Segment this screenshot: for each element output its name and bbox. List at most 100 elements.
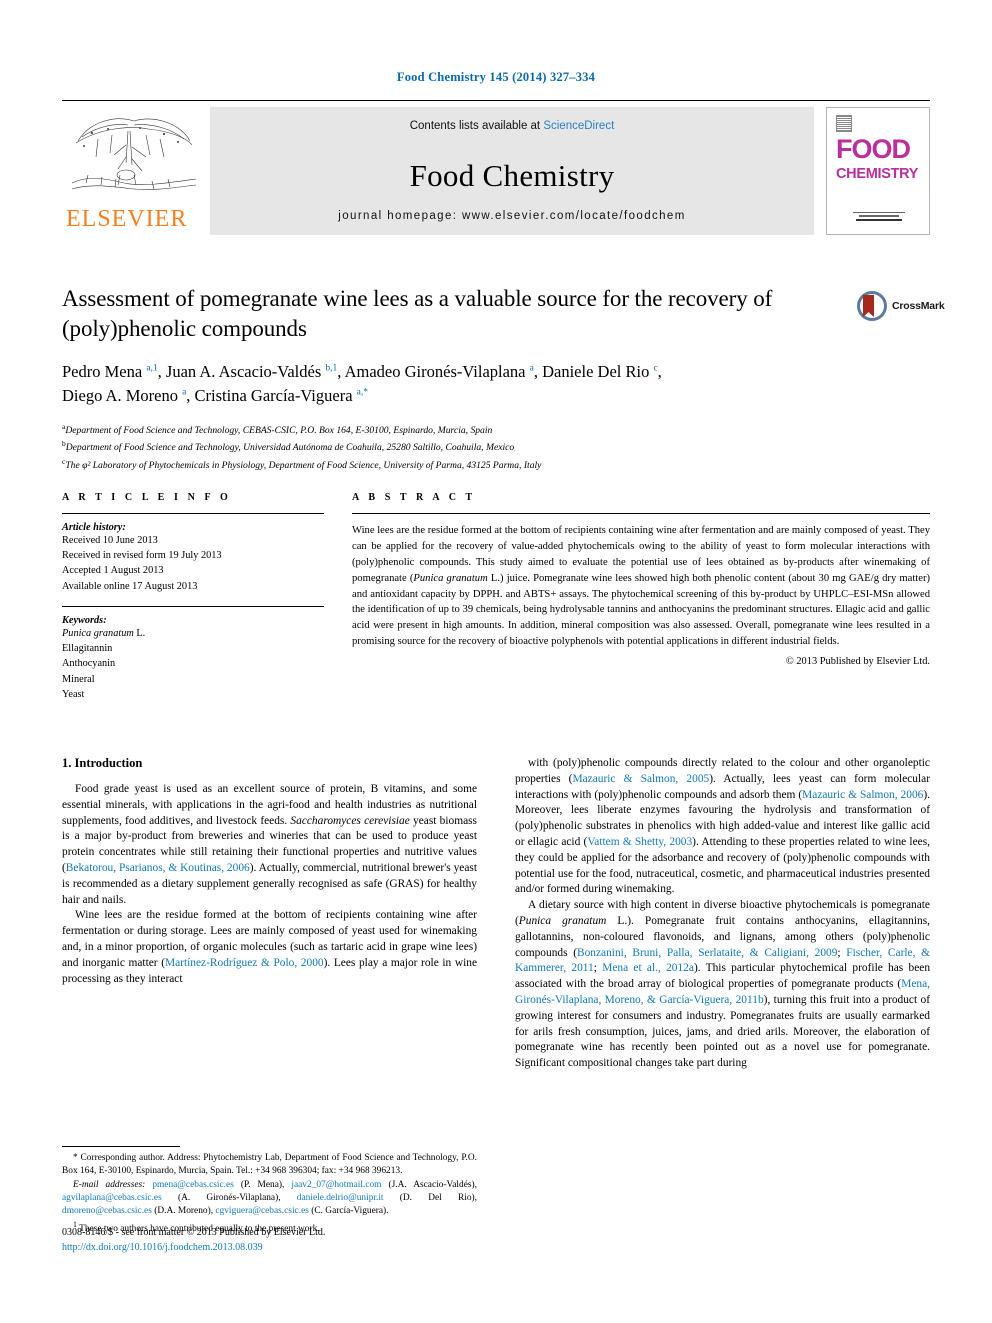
- article-info-heading: A R T I C L E I N F O: [62, 492, 232, 503]
- author-affiliation-marker: b,1: [325, 363, 338, 374]
- journal-masthead: ELSEVIER Contents lists available at Sci…: [62, 100, 930, 235]
- keyword-item: Ellagitannin: [62, 643, 113, 655]
- email-owner: (J.A. Ascacio-Valdés),: [381, 1179, 477, 1190]
- article-info-rule: [62, 513, 324, 514]
- citation-reference[interactable]: Martínez-Rodríguez & Polo, 2000: [165, 957, 324, 969]
- body-paragraph: with (poly)phenolic compounds directly r…: [515, 757, 931, 896]
- author-line-1: Pedro Mena a,1, Juan A. Ascacio-Valdés b…: [62, 361, 662, 381]
- article-history-item: Received 10 June 2013: [62, 535, 158, 546]
- citation-reference[interactable]: Mena, Gironés-Vilaplana, Moreno, & Garcí…: [515, 978, 930, 1006]
- abstract-copyright: © 2013 Published by Elsevier Ltd.: [785, 656, 930, 668]
- footnote-corresponding-author: * Corresponding author. Address: Phytoch…: [62, 1152, 477, 1177]
- author-affiliation-marker: c: [653, 363, 658, 374]
- cover-title-chemistry: CHEMISTRY: [836, 166, 919, 182]
- article-history-item: Accepted 1 August 2013: [62, 565, 164, 577]
- doi-link[interactable]: http://dx.doi.org/10.1016/j.foodchem.201…: [62, 1241, 492, 1256]
- affiliation: bDepartment of Food Science and Technolo…: [62, 439, 515, 454]
- abstract-text: Wine lees are the residue formed at the …: [352, 525, 930, 648]
- contents-prefix: Contents lists available at: [409, 120, 544, 132]
- body-column-right: with (poly)phenolic compounds directly r…: [515, 756, 930, 1236]
- introduction-section: 1. Introduction Food grade yeast is used…: [62, 756, 930, 1236]
- affiliation-list: aDepartment of Food Science and Technolo…: [62, 421, 852, 474]
- affiliation: aDepartment of Food Science and Technolo…: [62, 421, 493, 436]
- footnote-email-addresses: E-mail addresses: pmena@cebas.csic.es (P…: [62, 1179, 477, 1219]
- article-history-item: Received in revised form 19 July 2013: [62, 550, 222, 562]
- abstract-rule: [352, 513, 930, 514]
- citation-reference[interactable]: Mazauric & Salmon, 2005: [572, 773, 709, 785]
- masthead-top-rule: [62, 100, 930, 101]
- sciencedirect-link[interactable]: ScienceDirect: [543, 120, 614, 132]
- email-link[interactable]: agvilaplana@cebas.csic.es: [62, 1193, 162, 1203]
- abstract-heading: A B S T R A C T: [352, 492, 476, 503]
- keyword-item: Anthocyanin: [62, 658, 116, 670]
- email-owner: (D.A. Moreno),: [151, 1206, 216, 1217]
- crossmark-icon: [857, 291, 887, 321]
- email-link[interactable]: dmoreno@cebas.csic.es: [62, 1206, 152, 1216]
- journal-cover-thumbnail: FOOD CHEMISTRY: [826, 107, 930, 235]
- email-owner: (D. Del Rio),: [383, 1192, 477, 1203]
- journal-cover-wrap: FOOD CHEMISTRY: [814, 107, 930, 235]
- body-paragraph: Food grade yeast is used as an excellent…: [62, 783, 477, 906]
- citation-reference[interactable]: Bekatorou, Psarianos, & Koutinas, 2006: [66, 862, 250, 874]
- keywords-rule: [62, 605, 324, 607]
- elsevier-wordmark: ELSEVIER: [66, 206, 188, 232]
- right-column-paragraphs: with (poly)phenolic compounds directly r…: [515, 756, 930, 1072]
- cover-footer-lines: [853, 211, 905, 224]
- journal-homepage[interactable]: journal homepage: www.elsevier.com/locat…: [338, 210, 685, 222]
- italic-text: Saccharomyces cerevisiae: [290, 814, 410, 827]
- email-owner: (C. García-Viguera).: [308, 1206, 389, 1217]
- article-info-column: A R T I C L E I N F O Article history: R…: [62, 492, 324, 702]
- bottom-copyright-block: 0308-8146/$ - see front matter © 2013 Pu…: [62, 1226, 492, 1255]
- author-list: Pedro Mena a,1, Juan A. Ascacio-Valdés b…: [62, 360, 852, 408]
- elsevier-tree-icon: [71, 118, 197, 190]
- email-addresses-label: E-mail addresses:: [73, 1179, 153, 1190]
- article-history-item: Available online 17 August 2013: [62, 580, 198, 592]
- contents-available-line: Contents lists available at ScienceDirec…: [410, 120, 615, 132]
- crossmark-badge[interactable]: CrossMark: [857, 286, 945, 326]
- author-affiliation-marker: a,1: [146, 363, 158, 374]
- keyword-item: Yeast: [62, 688, 85, 700]
- email-link[interactable]: cgviguera@cebas.csic.es: [215, 1206, 309, 1216]
- issn-copyright-line: 0308-8146/$ - see front matter © 2013 Pu…: [62, 1227, 326, 1238]
- author-affiliation-marker: a,*: [356, 387, 368, 398]
- footnote-rule: [62, 1145, 180, 1147]
- cover-seal-icon: [836, 115, 852, 132]
- info-abstract-section: A R T I C L E I N F O Article history: R…: [62, 492, 930, 702]
- keywords-label: Keywords:: [62, 614, 107, 626]
- email-owner: (P. Mena),: [233, 1179, 292, 1190]
- article-history-label: Article history:: [62, 522, 126, 533]
- elsevier-logo: ELSEVIER: [62, 107, 210, 235]
- affiliation: cThe φ² Laboratory of Phytochemicals in …: [62, 457, 542, 472]
- email-link[interactable]: pmena@cebas.csic.es: [152, 1180, 234, 1190]
- journal-title: Food Chemistry: [409, 158, 615, 193]
- page-title: Assessment of pomegranate wine lees as a…: [62, 286, 773, 341]
- footnotes-block: * Corresponding author. Address: Phytoch…: [62, 1145, 477, 1236]
- running-head: Food Chemistry 145 (2014) 327–334: [396, 70, 596, 84]
- journal-article-page: Food Chemistry 145 (2014) 327–334 ELSEVI…: [0, 0, 992, 1323]
- journal-band: Contents lists available at ScienceDirec…: [210, 107, 814, 235]
- citation-reference[interactable]: Bonzanini, Bruni, Palla, Serlataite, & C…: [577, 947, 837, 959]
- left-column-paragraphs: Food grade yeast is used as an excellent…: [62, 782, 477, 987]
- citation-reference[interactable]: Vattem & Shetty, 2003: [587, 836, 692, 848]
- cover-title-food: FOOD: [836, 134, 911, 164]
- keyword-item: Mineral: [62, 673, 95, 685]
- section-heading-introduction: 1. Introduction: [62, 756, 143, 770]
- email-link[interactable]: jaav2_07@hotmail.com: [291, 1180, 381, 1190]
- email-link[interactable]: daniele.delrio@unipr.it: [297, 1193, 384, 1203]
- keywords-list: Punica granatum L. Ellagitannin Anthocyani…: [62, 626, 324, 702]
- author-affiliation-marker: a: [529, 363, 534, 374]
- email-owner: (A. Gironés-Vilaplana),: [161, 1192, 297, 1203]
- abstract-column: A B S T R A C T Wine lees are the residu…: [352, 492, 930, 702]
- italic-text: Punica granatum: [413, 572, 488, 584]
- article-history-list: Received 10 June 2013 Received in revised…: [62, 533, 324, 594]
- keyword-item: Punica granatum L.: [62, 627, 146, 639]
- body-paragraph: A dietary source with high content in di…: [515, 899, 931, 1070]
- body-column-left: 1. Introduction Food grade yeast is used…: [62, 756, 477, 1236]
- author-affiliation-marker: a: [182, 387, 187, 398]
- crossmark-label: CrossMark: [892, 300, 945, 312]
- italic-text: Punica granatum: [518, 914, 607, 927]
- citation-reference[interactable]: Mena et al., 2012a: [602, 962, 694, 974]
- body-paragraph: Wine lees are the residue formed at the …: [62, 909, 478, 985]
- title-block: Assessment of pomegranate wine lees as a…: [62, 284, 852, 474]
- citation-reference[interactable]: Mazauric & Salmon, 2006: [802, 789, 923, 801]
